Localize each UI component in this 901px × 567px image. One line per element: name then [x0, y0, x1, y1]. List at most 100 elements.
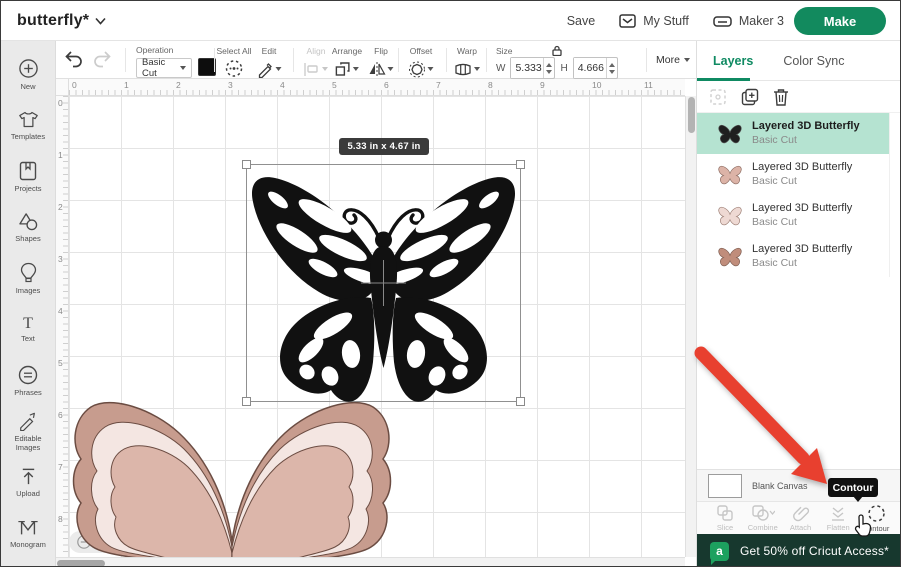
duplicate-icon[interactable] — [741, 88, 759, 106]
select-all-button[interactable]: Select All — [217, 46, 252, 78]
sidebar-item-label: Projects — [14, 184, 41, 193]
layer-title: Layered 3D Butterfly — [752, 161, 852, 175]
tab-layers[interactable]: Layers — [713, 54, 753, 68]
height-input[interactable] — [574, 58, 606, 78]
width-input[interactable] — [511, 58, 543, 78]
layer-row[interactable]: Layered 3D ButterflyBasic Cut — [697, 113, 890, 154]
size-group: Size W H — [496, 45, 618, 79]
chevron-down-icon — [684, 58, 690, 62]
warp-label: Warp — [457, 46, 477, 56]
pink-layered-butterfly-image[interactable] — [59, 389, 405, 557]
top-header: butterfly* Save My Stuff Maker 3 Make — [1, 1, 900, 41]
layer-thumbnail-butterfly-icon — [717, 244, 743, 270]
operation-dropdown[interactable]: Basic Cut — [136, 58, 192, 78]
promo-banner[interactable]: a Get 50% off Cricut Access* — [697, 534, 901, 567]
more-button[interactable]: More — [656, 54, 690, 66]
sidebar-item-text[interactable]: T Text — [1, 304, 55, 355]
sidebar-item-images[interactable]: Images — [1, 253, 55, 304]
project-board-icon — [19, 161, 37, 181]
envelope-icon — [619, 14, 636, 28]
active-tab-underline — [697, 78, 750, 81]
sidebar-item-label: Upload — [16, 489, 40, 498]
flip-button[interactable]: Flip — [369, 46, 394, 79]
tab-color-sync[interactable]: Color Sync — [783, 54, 844, 68]
sidebar-item-upload[interactable]: Upload — [1, 457, 55, 508]
promo-banner-text: Get 50% off Cricut Access* — [740, 544, 889, 558]
ruler-number: 1 — [58, 150, 63, 160]
horizontal-scrollbar[interactable] — [56, 557, 685, 567]
ruler-number: 1 — [124, 80, 129, 90]
make-button[interactable]: Make — [794, 7, 886, 35]
sidebar-item-monogram[interactable]: Monogram — [1, 508, 55, 559]
sidebar-item-templates[interactable]: Templates — [1, 100, 55, 151]
more-label: More — [656, 54, 680, 66]
edit-label: Edit — [262, 46, 277, 56]
ruler-number: 2 — [58, 202, 63, 212]
black-butterfly-image[interactable] — [246, 164, 521, 402]
offset-button[interactable]: Offset — [409, 46, 434, 79]
group-icon[interactable] — [709, 88, 727, 106]
layer-thumbnail-butterfly-icon — [717, 203, 743, 229]
layer-title: Layered 3D Butterfly — [752, 202, 852, 216]
chevron-down-icon — [353, 67, 359, 71]
layer-row[interactable]: Layered 3D ButterflyBasic Cut — [697, 195, 890, 236]
scrollbar-thumb[interactable] — [688, 97, 695, 133]
balloon-icon — [20, 262, 37, 283]
monogram-icon — [17, 519, 39, 537]
sidebar-item-projects[interactable]: Projects — [1, 151, 55, 202]
my-stuff-button[interactable]: My Stuff — [619, 14, 689, 28]
shapes-icon — [18, 212, 39, 231]
grid-line — [537, 96, 538, 567]
offset-label: Offset — [410, 46, 433, 56]
ruler-number: 5 — [58, 358, 63, 368]
toolbar-separator — [486, 48, 487, 72]
height-label: H — [560, 63, 567, 74]
phrases-icon — [18, 365, 38, 385]
sidebar-item-editable-images[interactable]: Editable Images — [1, 406, 55, 457]
ruler-number: 7 — [58, 462, 63, 472]
edit-button[interactable]: Edit — [257, 46, 282, 79]
layer-row[interactable]: Layered 3D ButterflyBasic Cut — [697, 154, 890, 195]
sidebar-item-phrases[interactable]: Phrases — [1, 355, 55, 406]
undo-button[interactable] — [64, 50, 84, 68]
grid-line — [589, 96, 590, 567]
ruler-number: 9 — [540, 80, 545, 90]
panel-tabs: Layers Color Sync — [697, 41, 901, 81]
offset-icon — [409, 61, 426, 78]
scrollbar-thumb[interactable] — [57, 560, 105, 567]
redo-icon — [92, 50, 112, 68]
undo-icon — [64, 50, 84, 68]
width-stepper[interactable] — [543, 58, 554, 78]
machine-select[interactable]: Maker 3 — [713, 14, 784, 28]
select-all-label: Select All — [217, 46, 252, 56]
sidebar-item-shapes[interactable]: Shapes — [1, 202, 55, 253]
ruler-number: 7 — [436, 80, 441, 90]
align-button[interactable]: Align — [304, 46, 328, 79]
chevron-down-icon — [474, 67, 480, 71]
cricut-logo: a — [710, 542, 729, 561]
project-title-menu[interactable]: butterfly* — [17, 12, 106, 30]
list-scrollbar-gutter[interactable] — [889, 113, 901, 277]
arrange-button[interactable]: Arrange — [332, 46, 362, 79]
layer-title: Layered 3D Butterfly — [752, 243, 852, 257]
machine-icon — [713, 15, 732, 28]
trash-icon[interactable] — [773, 88, 789, 106]
toolbar-separator — [646, 48, 647, 72]
slice-button[interactable]: Slice — [707, 504, 743, 534]
combine-button[interactable]: Combine — [745, 504, 781, 534]
flatten-button[interactable]: Flatten — [820, 504, 856, 534]
contour-button[interactable]: Contour — [858, 504, 894, 534]
vertical-scrollbar[interactable] — [685, 96, 696, 557]
sidebar-item-new[interactable]: New — [1, 49, 55, 100]
height-stepper[interactable] — [606, 58, 617, 78]
layer-row[interactable]: Layered 3D ButterflyBasic Cut — [697, 236, 890, 277]
canvas-color-swatch[interactable] — [708, 474, 742, 498]
selection-size-tooltip: 5.33 in x 4.67 in — [339, 138, 429, 155]
design-canvas[interactable]: 01234567891011 0123456789 100% — [56, 79, 696, 567]
lock-icon[interactable] — [551, 45, 563, 56]
sidebar-item-label: Editable Images — [8, 434, 48, 452]
redo-button[interactable] — [92, 50, 112, 68]
warp-button[interactable]: Warp — [454, 46, 480, 79]
save-button[interactable]: Save — [567, 14, 596, 28]
attach-button[interactable]: Attach — [783, 504, 819, 534]
